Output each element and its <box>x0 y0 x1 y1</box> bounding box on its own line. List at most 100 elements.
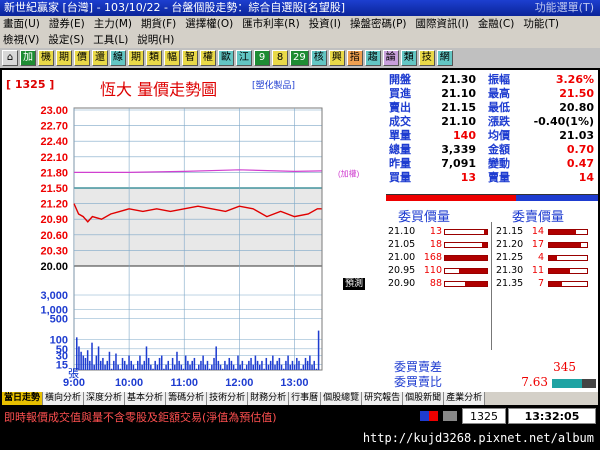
toolbar-button[interactable]: 還 <box>92 50 108 66</box>
volume-bar <box>232 364 235 370</box>
toolbar-button[interactable]: 論 <box>382 50 399 66</box>
toolbar-button[interactable]: 期 <box>128 50 144 66</box>
volume-bar <box>269 360 272 370</box>
ask-bar <box>548 268 588 274</box>
function-menu-label[interactable]: 功能選單(T) <box>535 0 594 16</box>
volume-bar <box>152 368 154 370</box>
volume-bar <box>302 364 305 370</box>
quote-value: 0.47 <box>566 157 594 170</box>
menu-item[interactable]: 主力(M) <box>94 18 132 30</box>
volume-bar <box>315 368 318 370</box>
price-tick-label: 22.40 <box>40 136 68 148</box>
menu-item[interactable]: 畫面(U) <box>3 18 40 30</box>
volume-bar <box>311 364 313 370</box>
menu-item[interactable]: 功能(T) <box>523 18 559 30</box>
menu-item[interactable]: 匯市利率(R) <box>242 18 300 30</box>
volume-bar <box>174 364 176 370</box>
toolbar-button[interactable]: 興 <box>328 50 345 66</box>
menu-item[interactable]: 金融(C) <box>478 18 515 30</box>
volume-bar <box>126 364 128 370</box>
bid-ask-strength-bar <box>386 194 598 201</box>
volume-bar <box>171 357 174 370</box>
ask-price: 21.25 <box>496 252 524 263</box>
tab-11[interactable]: 產業分析 <box>444 392 486 405</box>
quote-value: 14 <box>578 171 594 184</box>
tab-6[interactable]: 財務分析 <box>248 392 290 405</box>
volume-bar <box>99 360 102 370</box>
toolbar-button[interactable]: 9 <box>254 50 270 66</box>
menu-item[interactable]: 說明(H) <box>137 34 174 46</box>
volume-bar <box>280 364 283 370</box>
bid-qty: 13 <box>429 226 442 237</box>
quote-label: 均價 <box>488 129 510 142</box>
toolbar-button[interactable]: 類 <box>400 50 417 66</box>
menu-item[interactable]: 操盤密碼(P) <box>350 18 407 30</box>
ratio-bar <box>552 379 596 388</box>
toolbar-button[interactable]: 期 <box>56 50 72 66</box>
status-stock-code[interactable]: 1325 <box>462 408 506 424</box>
home-icon[interactable]: ⌂ <box>2 50 18 66</box>
toolbar-button[interactable]: 核 <box>310 50 327 66</box>
toolbar-button[interactable]: 網 <box>436 50 453 66</box>
volume-bar <box>274 364 276 370</box>
quote-row: 賣出 21.15 最低 20.80 <box>386 101 598 115</box>
tab-2[interactable]: 深度分析 <box>84 392 126 405</box>
menu-item[interactable]: 證券(E) <box>49 18 85 30</box>
volume-bar <box>191 360 193 370</box>
toolbar-button[interactable]: 線 <box>110 50 126 66</box>
volume-bar <box>200 360 202 370</box>
ask-qty: 17 <box>531 239 544 250</box>
predict-button[interactable]: 預測 <box>343 278 366 290</box>
tab-4[interactable]: 籌碼分析 <box>166 392 208 405</box>
toolbar-button[interactable]: 機 <box>38 50 54 66</box>
menu-item[interactable]: 設定(S) <box>48 34 84 46</box>
volume-bar <box>202 355 204 370</box>
toolbar-button[interactable]: 8 <box>272 50 288 66</box>
network-icon <box>443 411 457 421</box>
tab-1[interactable]: 橫向分析 <box>43 392 85 405</box>
volume-bar <box>93 364 95 370</box>
volume-bar <box>217 360 220 370</box>
volume-bar <box>150 364 152 370</box>
volume-bar <box>224 360 226 370</box>
toolbar-button[interactable]: 指 <box>346 50 363 66</box>
menu-item[interactable]: 檢視(V) <box>3 34 39 46</box>
toolbar-button[interactable]: 權 <box>200 50 216 66</box>
toolbar-button[interactable]: 歐 <box>218 50 234 66</box>
volume-bar <box>243 368 246 370</box>
tab-3[interactable]: 基本分析 <box>125 392 167 405</box>
volume-bar <box>178 360 180 370</box>
status-bar: 即時報價成交值與量不含零股及鉅額交易(淨值為預估值) 1325 13:32:05 <box>0 405 600 427</box>
menu-item[interactable]: 選擇權(O) <box>185 18 233 30</box>
toolbar-button[interactable]: 加 <box>20 50 36 66</box>
volume-bar <box>296 357 298 370</box>
toolbar-button[interactable]: 智 <box>182 50 198 66</box>
menu-item[interactable]: 期貨(F) <box>141 18 176 30</box>
toolbar-button[interactable]: 趨 <box>364 50 381 66</box>
tab-7[interactable]: 行事曆 <box>289 392 322 405</box>
toolbar-button[interactable]: 技 <box>418 50 435 66</box>
tab-5[interactable]: 技術分析 <box>207 392 249 405</box>
tab-0[interactable]: 當日走勢 <box>2 392 44 405</box>
toolbar-button[interactable]: 幅 <box>164 50 180 66</box>
volume-bar <box>298 360 300 370</box>
tab-8[interactable]: 個股總覽 <box>321 392 363 405</box>
quote-row: 買量 13 賣量 14 <box>386 171 598 185</box>
menu-item[interactable]: 國際資訊(I) <box>416 18 469 30</box>
volume-bar <box>117 364 119 370</box>
tab-10[interactable]: 個股新聞 <box>403 392 445 405</box>
toolbar-button[interactable]: 價 <box>74 50 90 66</box>
volume-bar <box>130 360 132 370</box>
toolbar-button[interactable]: 29 <box>290 50 309 66</box>
volume-bar <box>206 360 209 370</box>
tab-9[interactable]: 研究報告 <box>362 392 404 405</box>
toolbar-button[interactable]: 江 <box>236 50 252 66</box>
chart-title: 恆大 量價走勢圖 <box>100 80 218 99</box>
menu-item[interactable]: 工具(L) <box>93 34 128 46</box>
volume-bar <box>180 364 183 370</box>
toolbar-button[interactable]: 類 <box>146 50 162 66</box>
menu-item[interactable]: 投資(I) <box>309 18 341 30</box>
quote-row: 開盤 21.30 振幅 3.26% <box>386 73 598 87</box>
quote-value: 3,339 <box>441 143 476 156</box>
industry-tag[interactable]: [塑化製品] <box>252 78 295 91</box>
